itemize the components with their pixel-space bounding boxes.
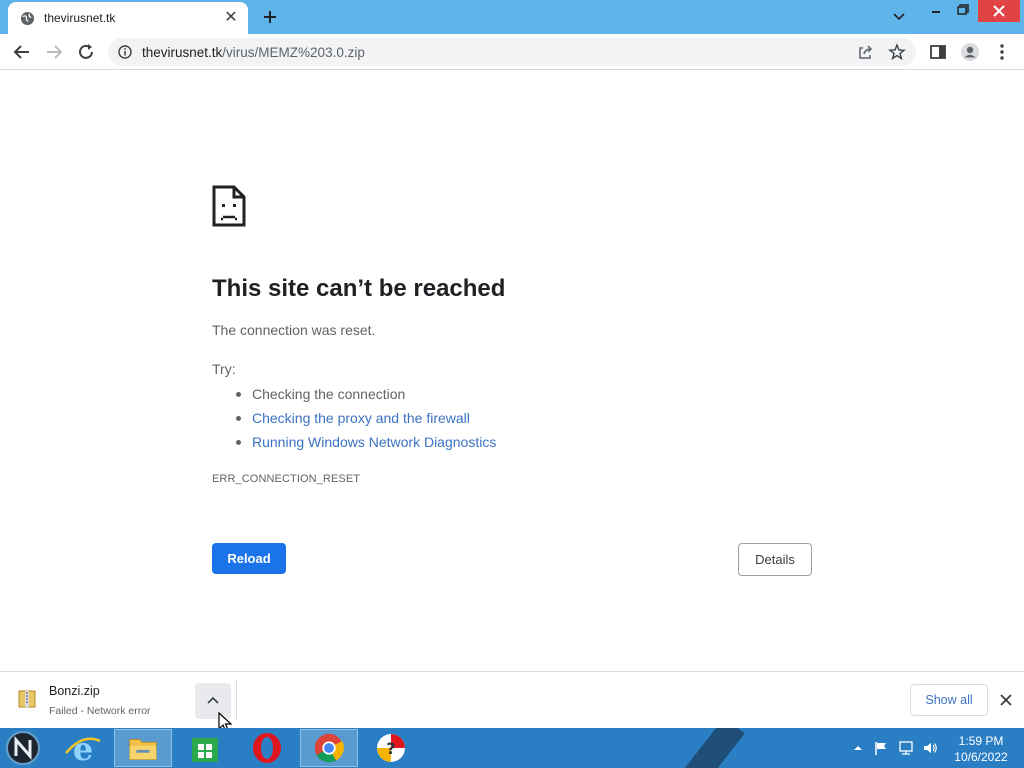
try-label: Try: (212, 361, 236, 377)
zip-file-icon (18, 690, 36, 708)
svg-text:e: e (73, 730, 93, 767)
error-title: This site can’t be reached (212, 275, 506, 302)
download-filename: Bonzi.zip (49, 684, 100, 698)
bonzi-app-icon[interactable]: ? (362, 729, 420, 767)
url-text: thevirusnet.tk/virus/MEMZ%203.0.zip (142, 45, 365, 60)
error-description: The connection was reset. (212, 322, 376, 338)
file-explorer-icon[interactable] (114, 729, 172, 767)
system-clock[interactable]: 1:59 PM 10/6/2022 (950, 733, 1012, 765)
error-page: This site can’t be reached The connectio… (0, 71, 1024, 671)
tray-arrow-icon[interactable] (850, 740, 866, 756)
reload-icon[interactable] (74, 40, 98, 64)
start-icon[interactable] (0, 729, 48, 767)
reload-button[interactable]: Reload (212, 543, 286, 574)
network-icon[interactable] (898, 740, 914, 756)
taskbar: e ? 1:59 PM 10/6/2022 (0, 728, 1024, 768)
url-host: thevirusnet.tk (142, 45, 223, 60)
internet-explorer-icon[interactable]: e (54, 729, 112, 767)
details-button[interactable]: Details (738, 543, 812, 576)
suggestion-check-proxy-link[interactable]: Checking the proxy and the firewall (236, 408, 496, 432)
suggestion-check-connection: Checking the connection (236, 384, 496, 408)
tab-title: thevirusnet.tk (44, 11, 116, 25)
tab-strip: thevirusnet.tk ✕ (0, 0, 1024, 34)
restore-icon[interactable] (950, 0, 976, 22)
download-bar: Bonzi.zip Failed - Network error Show al… (0, 671, 1024, 733)
back-arrow-icon[interactable] (10, 40, 34, 64)
share-icon[interactable] (856, 43, 874, 61)
side-panel-icon[interactable] (926, 40, 950, 64)
sad-page-icon (212, 185, 246, 227)
chrome-icon[interactable] (300, 729, 358, 767)
download-status: Failed - Network error (49, 705, 151, 717)
divider (236, 680, 237, 720)
close-icon[interactable]: ✕ (222, 9, 240, 27)
store-icon[interactable] (176, 729, 234, 767)
chevron-down-icon[interactable] (886, 6, 912, 28)
address-bar[interactable]: thevirusnet.tk/virus/MEMZ%203.0.zip (108, 38, 916, 66)
action-center-flag-icon[interactable] (873, 740, 889, 756)
svg-text:?: ? (386, 739, 395, 758)
browser-toolbar: thevirusnet.tk/virus/MEMZ%203.0.zip (0, 34, 1024, 70)
close-icon[interactable] (978, 0, 1020, 22)
profile-icon[interactable] (958, 40, 982, 64)
opera-icon[interactable] (238, 729, 296, 767)
browser-tab[interactable]: thevirusnet.tk ✕ (8, 2, 248, 34)
suggestion-network-diagnostics-link[interactable]: Running Windows Network Diagnostics (236, 432, 496, 456)
forward-arrow-icon[interactable] (42, 40, 66, 64)
url-path: /virus/MEMZ%203.0.zip (222, 45, 365, 60)
minimize-icon[interactable] (922, 0, 950, 22)
suggestion-list: Checking the connection Checking the pro… (236, 384, 496, 456)
kebab-menu-icon[interactable] (990, 40, 1014, 64)
clock-time: 1:59 PM (958, 734, 1004, 748)
info-icon[interactable] (118, 45, 132, 59)
show-all-button[interactable]: Show all (910, 684, 988, 716)
plus-icon[interactable] (258, 6, 282, 28)
globe-icon (20, 11, 35, 26)
star-icon[interactable] (888, 43, 906, 61)
clock-date: 10/6/2022 (954, 750, 1008, 764)
close-icon[interactable] (996, 690, 1016, 710)
error-code: ERR_CONNECTION_RESET (212, 473, 361, 485)
volume-icon[interactable] (922, 740, 938, 756)
